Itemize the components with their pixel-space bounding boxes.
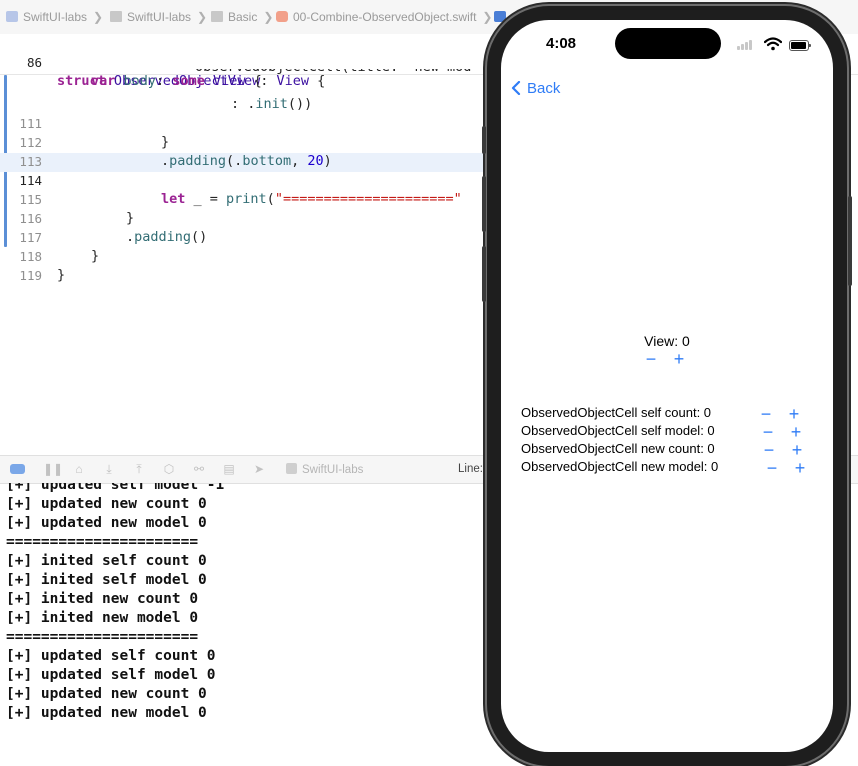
app-icon <box>286 463 297 474</box>
console-line: [+] updated new count 0 <box>6 686 207 702</box>
decrement-button[interactable]: − <box>762 441 776 459</box>
pause-icon[interactable]: ❚❚ <box>43 463 63 475</box>
decrement-button[interactable]: − <box>765 459 779 477</box>
phone-screen: 4:08 Back View: 0 − + ObservedObjectCell … <box>501 20 833 752</box>
console-line: [+] inited new model 0 <box>6 610 199 626</box>
battery-icon <box>789 40 811 51</box>
cell-self-model-label: ObservedObjectCell self model: 0 <box>521 423 715 438</box>
cell-new-model-label: ObservedObjectCell new model: 0 <box>521 459 719 474</box>
code-line-111[interactable]: 111 } <box>0 95 500 150</box>
decrement-button[interactable]: − <box>644 350 658 368</box>
console-line: ====================== <box>6 534 199 550</box>
folder-icon <box>211 11 223 22</box>
wifi-icon <box>764 37 782 51</box>
app-icon <box>6 11 18 22</box>
action-button <box>482 126 486 154</box>
chevron-right-icon: ❯ <box>263 10 274 24</box>
chevron-right-icon: ❯ <box>93 10 104 24</box>
status-time: 4:08 <box>546 35 577 52</box>
location-icon[interactable]: ➤ <box>253 463 265 475</box>
swift-file-icon <box>276 11 288 22</box>
step-over-icon[interactable]: ⌂ <box>73 463 85 475</box>
breadcrumb-project[interactable]: SwiftUI-labs ❯ <box>6 10 103 24</box>
breadcrumb-file[interactable]: 00-Combine-ObservedObject.swift ❯ <box>276 10 492 24</box>
code-line-115[interactable]: 115 } <box>0 171 500 226</box>
step-out-icon[interactable]: ⤒ <box>133 463 145 475</box>
cell-new-count-stepper: − + <box>762 441 804 459</box>
cell-self-model-stepper: − + <box>761 423 803 441</box>
cell-new-model-stepper: − + <box>765 459 807 477</box>
breadcrumb-folder[interactable]: Basic ❯ <box>211 10 273 24</box>
console-line: [+] inited new count 0 <box>6 591 199 607</box>
code-line-113[interactable]: 113 <box>0 133 500 169</box>
code-line-86[interactable]: 86 struct ObservedObjectView: View { <box>0 34 500 89</box>
debug-target[interactable]: SwiftUI-labs <box>286 463 363 476</box>
side-button <box>848 196 852 286</box>
increment-button[interactable]: + <box>789 423 803 441</box>
dynamic-island <box>615 28 721 59</box>
preview-icon <box>494 11 506 22</box>
decrement-button[interactable]: − <box>759 405 773 423</box>
chevron-left-icon <box>511 81 521 95</box>
chevron-right-icon: ❯ <box>197 10 208 24</box>
decrement-button[interactable]: − <box>761 423 775 441</box>
code-line-114[interactable]: 114 let _ = print("=====================… <box>0 152 500 207</box>
console-line: [+] updated self model -1 <box>6 483 225 493</box>
code-line-117[interactable]: 117 } <box>0 209 500 264</box>
increment-button[interactable]: + <box>793 459 807 477</box>
line-indicator: Line: <box>458 463 483 475</box>
console-line: ====================== <box>6 629 199 645</box>
memory-graph-icon[interactable]: ⚯ <box>193 463 205 475</box>
console-line: [+] updated new count 0 <box>6 496 207 512</box>
folder-icon <box>110 11 122 22</box>
console-output[interactable]: [+] updated self model -1 [+] updated ne… <box>0 483 500 720</box>
breadcrumb-group[interactable]: SwiftUI-labs ❯ <box>110 10 207 24</box>
environment-overrides-icon[interactable]: ▤ <box>223 463 235 475</box>
code-line-110-cont[interactable]: : .init()) <box>0 76 500 112</box>
increment-button[interactable]: + <box>672 350 686 368</box>
back-button[interactable]: Back <box>511 80 560 97</box>
volume-up-button <box>482 176 486 232</box>
increment-button[interactable]: + <box>787 405 801 423</box>
volume-down-button <box>482 246 486 302</box>
view-stepper: − + <box>644 350 686 368</box>
code-line-112[interactable]: 112 .padding(.bottom, 20) <box>0 114 500 169</box>
code-line-118[interactable]: 118 } <box>0 228 500 283</box>
code-line-119[interactable]: 119 <box>0 247 500 283</box>
chevron-right-icon: ❯ <box>482 10 493 24</box>
console-toggle-icon[interactable] <box>10 464 25 474</box>
console-line: [+] inited self count 0 <box>6 553 207 569</box>
status-icons <box>737 37 811 51</box>
console-line: [+] updated self model 0 <box>6 667 216 683</box>
increment-button[interactable]: + <box>790 441 804 459</box>
console-line: [+] inited self model 0 <box>6 572 207 588</box>
view-hierarchy-icon[interactable]: ⬡ <box>163 463 175 475</box>
step-into-icon[interactable]: ⤓ <box>103 463 115 475</box>
cell-self-count-stepper: − + <box>759 405 801 423</box>
iphone-simulator: 4:08 Back View: 0 − + ObservedObjectCell … <box>482 6 852 766</box>
console-line: [+] updated new model 0 <box>6 515 207 531</box>
cell-new-count-label: ObservedObjectCell new count: 0 <box>521 441 715 456</box>
console-line: [+] updated self count 0 <box>6 648 216 664</box>
view-count-label: View: 0 <box>644 333 690 349</box>
cellular-signal-icon <box>737 40 753 50</box>
code-line-116[interactable]: 116 .padding() <box>0 190 500 245</box>
cell-self-count-label: ObservedObjectCell self count: 0 <box>521 405 712 420</box>
console-line: [+] updated new model 0 <box>6 705 207 720</box>
